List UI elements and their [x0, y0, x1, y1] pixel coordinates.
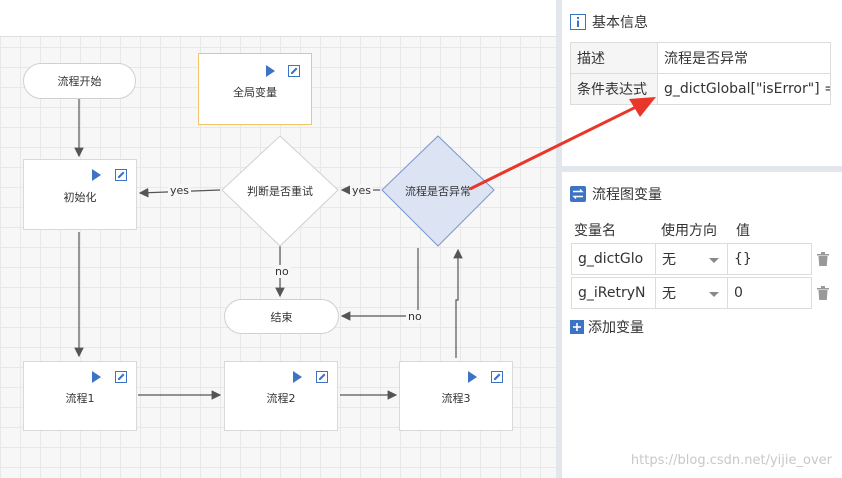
run-icon[interactable] [293, 371, 302, 383]
end-node-label: 结束 [270, 310, 293, 324]
yes-label-init: yes [168, 184, 192, 197]
error-decision-label: 流程是否异常 [405, 185, 471, 198]
col-header-name: 变量名 [574, 223, 616, 239]
edge-error-end-no [340, 248, 419, 321]
table-row: 描述 流程是否异常 [570, 42, 831, 74]
run-icon[interactable] [92, 169, 101, 181]
col-header-value: 值 [736, 223, 750, 239]
edit-icon[interactable] [115, 371, 127, 383]
add-variable-button[interactable]: 添加变量 [570, 317, 644, 337]
step1-label: 流程1 [65, 392, 95, 405]
step3-label: 流程3 [441, 392, 471, 405]
trash-icon[interactable] [817, 252, 829, 266]
yes-label-retry: yes [350, 184, 374, 197]
basic-info-header: 基本信息 [570, 12, 648, 32]
end-node[interactable]: 结束 [224, 299, 339, 334]
edit-icon[interactable] [115, 169, 127, 181]
var-direction-value: 无 [662, 286, 676, 302]
edit-icon[interactable] [491, 371, 503, 383]
step1-node[interactable]: 流程1 [23, 361, 137, 431]
step2-label: 流程2 [266, 392, 296, 405]
trash-icon[interactable] [817, 286, 829, 300]
var-value-input[interactable]: {} [727, 243, 812, 275]
variables-title: 流程图变量 [592, 187, 662, 203]
watermark: https://blog.csdn.net/yijie_over [630, 453, 832, 468]
description-key: 描述 [570, 42, 658, 74]
retry-decision-label: 判断是否重试 [247, 185, 313, 198]
no-label-retry: no [273, 265, 291, 278]
start-node[interactable]: 流程开始 [23, 63, 136, 99]
var-name-input[interactable]: g_dictGlo [571, 243, 656, 275]
variables-panel: 流程图变量 变量名 使用方向 值 g_dictGlo 无 {} g_iRetry… [562, 172, 842, 478]
var-value-input[interactable]: 0 [727, 277, 812, 309]
edge-step3-error [453, 248, 463, 358]
global-vars-node[interactable]: 全局变量 [198, 53, 312, 125]
init-label: 初始化 [63, 191, 97, 204]
edit-icon[interactable] [288, 65, 300, 77]
col-header-direction: 使用方向 [661, 223, 717, 239]
basic-info-title: 基本信息 [592, 15, 648, 31]
variables-header: 流程图变量 [570, 184, 662, 204]
global-vars-label: 全局变量 [233, 86, 277, 99]
plus-icon [570, 320, 584, 334]
add-variable-label: 添加变量 [588, 320, 644, 336]
condition-value[interactable]: g_dictGlobal["isError"] == [657, 73, 831, 105]
var-direction-value: 无 [662, 252, 676, 268]
var-direction-select[interactable]: 无 [655, 277, 728, 309]
info-icon [570, 14, 586, 30]
table-row: 条件表达式 g_dictGlobal["isError"] == [570, 73, 831, 105]
basic-info-panel: 基本信息 描述 流程是否异常 条件表达式 g_dictGlobal["isErr… [562, 0, 842, 166]
run-icon[interactable] [468, 371, 477, 383]
edit-icon[interactable] [316, 371, 328, 383]
var-direction-select[interactable]: 无 [655, 243, 728, 275]
start-node-label: 流程开始 [57, 75, 102, 88]
step2-node[interactable]: 流程2 [224, 361, 338, 431]
var-name-input[interactable]: g_iRetryN [571, 277, 656, 309]
init-node[interactable]: 初始化 [23, 159, 137, 230]
no-label-error: no [406, 310, 424, 323]
run-icon[interactable] [92, 371, 101, 383]
chevron-down-icon [709, 258, 719, 263]
swap-icon [570, 186, 586, 202]
condition-key: 条件表达式 [570, 73, 658, 105]
run-icon[interactable] [266, 65, 275, 77]
step3-node[interactable]: 流程3 [399, 361, 513, 431]
basic-info-table: 描述 流程是否异常 条件表达式 g_dictGlobal["isError"] … [570, 42, 831, 105]
chevron-down-icon [709, 292, 719, 297]
description-value[interactable]: 流程是否异常 [657, 42, 831, 74]
